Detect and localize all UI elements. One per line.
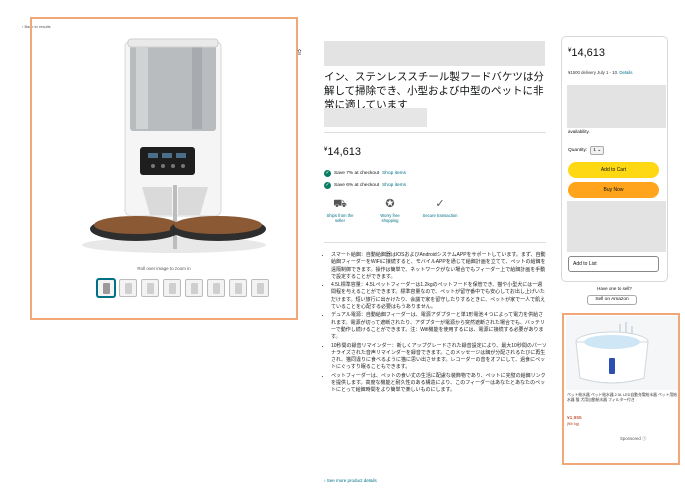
divider xyxy=(324,132,546,133)
ad-title[interactable]: ペット給水器 ペット給水器 2.5L LED自動充電給水器 ペット用給水器 猫 … xyxy=(567,393,677,403)
delivery-info: ¥1500 delivery July 1 - 10. Details xyxy=(568,70,633,75)
quantity-row: Quantity: 1 ⌄ xyxy=(568,146,605,155)
bullet-item: 10秒間の録音リマインダー：新しくアップグレードされた録音設定により、最大10秒… xyxy=(331,343,547,372)
product-price: ¥14,613 xyxy=(324,146,361,158)
zoom-hint: Roll over image to zoom in xyxy=(137,266,191,271)
secure-icon: ✓ xyxy=(435,198,445,210)
shop-items-link[interactable]: Shop items xyxy=(382,183,406,188)
truck-icon: ⛟ xyxy=(333,198,347,210)
feature-secure[interactable]: ✓ Secure transaction xyxy=(422,198,458,223)
promo-row: ✓ Save 7% at checkout Shop items xyxy=(324,170,407,177)
feature-ships-from-seller[interactable]: ⛟ Ships from the seller xyxy=(322,198,358,223)
redacted-seller-block xyxy=(567,201,666,252)
info-icon[interactable]: ⓘ xyxy=(642,436,646,441)
feature-icons: ⛟ Ships from the seller ✪ Worry free sho… xyxy=(322,198,458,223)
divider xyxy=(324,242,546,243)
ad-unit-price: (¥X/ kg) xyxy=(567,422,579,426)
quantity-select[interactable]: 1 ⌄ xyxy=(590,146,605,155)
availability-text: availability. xyxy=(568,129,590,134)
warranty-icon: ✪ xyxy=(385,198,395,210)
check-icon: ✓ xyxy=(324,170,331,177)
bullet-item: デュアル電源：自動給餌フィーダーは、電源アダプターと単1形電池４つによって電力を… xyxy=(331,312,547,341)
redacted-title-block xyxy=(324,41,545,66)
bullet-item: 4.5L標準容量：4.5Lペットフィーダーは1.2kgのペットフードを保管でき、… xyxy=(331,282,547,311)
thumbnail[interactable] xyxy=(141,279,159,297)
product-image xyxy=(82,38,266,253)
add-to-list-button[interactable]: Add to List xyxy=(568,256,659,272)
main-image-panel[interactable] xyxy=(30,17,298,320)
thumbnail[interactable] xyxy=(207,279,225,297)
sponsored-label: Sponsored ⓘ xyxy=(620,436,647,441)
share-icon[interactable]: ⇪ xyxy=(296,48,305,57)
product-title: イン、ステンレススチール製フードバケツは分解して掃除でき、小型および中型のペット… xyxy=(324,71,544,111)
thumbnail[interactable] xyxy=(97,279,115,297)
thumbnail[interactable] xyxy=(251,279,269,297)
ad-product-image[interactable] xyxy=(566,316,678,390)
bullet-item: スマート給餌：自動給餌器はIOSおよびAndroidシステムAPPをサポートして… xyxy=(331,252,547,281)
thumbnail[interactable] xyxy=(119,279,137,297)
thumbnail[interactable] xyxy=(163,279,181,297)
thumbnail[interactable] xyxy=(185,279,203,297)
sell-on-amazon-button[interactable]: Sell on Amazon xyxy=(587,295,637,305)
add-to-cart-button[interactable]: Add to Cart xyxy=(568,162,659,178)
feature-worry-free[interactable]: ✪ Worry free shopping xyxy=(372,198,408,223)
details-link[interactable]: Details xyxy=(619,70,632,75)
promo-row: ✓ Save 6% at checkout Shop items xyxy=(324,182,407,189)
redacted-delivery-block xyxy=(567,85,666,128)
redacted-rating-block xyxy=(324,108,427,127)
thumbnail-strip xyxy=(97,279,269,297)
thumbnail[interactable] xyxy=(229,279,247,297)
check-icon: ✓ xyxy=(324,182,331,189)
see-more-link[interactable]: › See more product details xyxy=(324,478,377,483)
product-bullets: スマート給餌：自動給餌器はIOSおよびAndroidシステムAPPをサポートして… xyxy=(324,252,547,396)
shop-items-link[interactable]: Shop items xyxy=(382,171,406,176)
buy-now-button[interactable]: Buy Now xyxy=(568,182,659,198)
buybox-price: ¥14,613 xyxy=(568,47,605,59)
bullet-item: ペットフィーダーは、ペットの食い丈の生活に配慮な装飾物であり、ペットに完璧の給餌… xyxy=(331,373,547,395)
ad-price: ¥1,955 xyxy=(567,416,582,421)
sell-question: Have one to sell? xyxy=(597,286,632,291)
